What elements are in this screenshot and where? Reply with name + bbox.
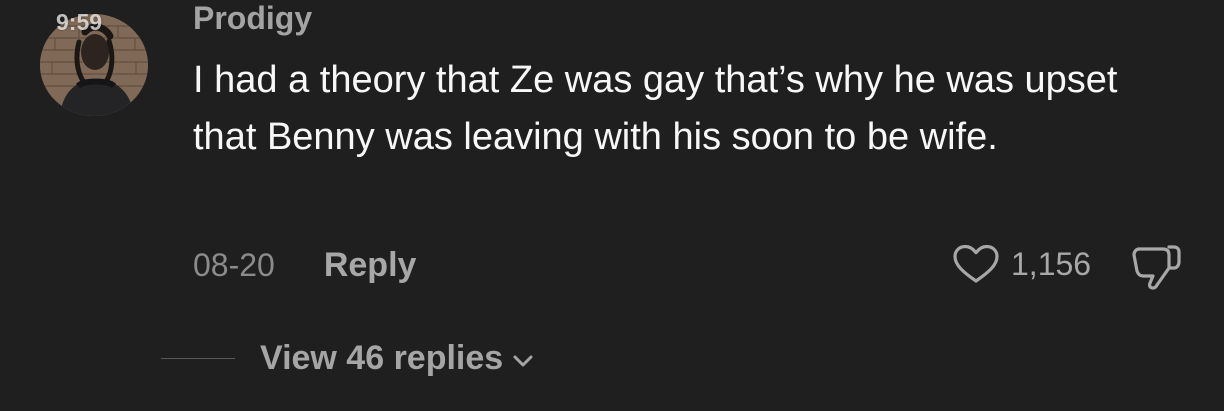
chevron-down-icon (513, 355, 533, 366)
comment-text: I had a theory that Ze was gay that’s wh… (193, 59, 1118, 158)
thumbs-down-icon (1132, 245, 1181, 290)
comment-screen: 9:59 Prodigy I had a theory that Ze was … (0, 0, 1224, 411)
replies-divider (161, 358, 235, 359)
like-count: 1,156 (1011, 245, 1092, 282)
view-replies-button[interactable]: View 46 replies (161, 339, 535, 378)
view-replies-label: View 46 replies (260, 339, 504, 377)
dislike-button[interactable] (1131, 243, 1183, 296)
comment-username[interactable]: Prodigy (193, 0, 312, 37)
status-time: 9:59 (56, 9, 103, 35)
comment-meta-row: 08-20 Reply (193, 243, 416, 288)
like-button[interactable]: 1,156 (953, 244, 1091, 284)
comment-date: 08-20 (193, 247, 275, 283)
heart-outline-icon (953, 244, 999, 283)
reply-button[interactable]: Reply (324, 246, 417, 285)
